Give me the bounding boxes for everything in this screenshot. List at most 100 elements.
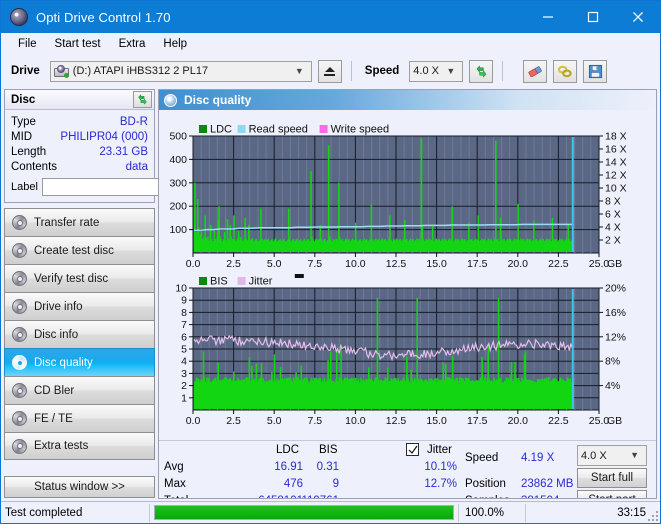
sidebar-spacer [4,460,155,476]
svg-text:10.0: 10.0 [345,258,366,270]
menu-item-start-test[interactable]: Start test [46,36,110,52]
disc-quality-charts: 1002003004005002 X4 X6 X8 X10 X12 X14 X1… [159,110,653,440]
minimize-icon[interactable] [525,1,570,33]
position-stat-value: 23862 MB [521,478,573,490]
maximize-icon[interactable] [570,1,615,33]
progress-bar-fill [155,506,453,519]
sidebar-item-create-test-disc[interactable]: Create test disc [4,236,155,264]
svg-text:8%: 8% [605,356,620,368]
sidebar-item-cd-bler[interactable]: CD Bler [4,376,155,404]
close-icon[interactable] [615,1,660,33]
disc-row-length-label: Length [11,146,46,158]
svg-text:4%: 4% [605,380,620,392]
speed-stat-label: Speed [465,452,498,464]
disc-icon [12,271,27,286]
disc-icon [12,243,27,258]
sidebar: Disc Type BD-R MID PHIL [1,87,158,501]
disc-label-caption: Label [11,181,38,193]
start-part-button[interactable]: Start part [577,490,647,499]
app-window: Opti Drive Control 1.70 File Start test … [0,0,661,524]
disc-row-length: Length 23.31 GB [11,144,148,159]
menu-item-file[interactable]: File [9,36,46,52]
test-speed-select-value: 4.0 X [581,450,607,462]
menu-item-help[interactable]: Help [154,36,196,52]
svg-text:4: 4 [181,356,187,368]
svg-text:5.0: 5.0 [267,415,282,427]
refresh-button[interactable] [469,60,493,83]
drive-select[interactable]: (D:) ATAPI iHBS312 2 PL17 ▼ [50,61,312,82]
eject-icon [324,67,335,76]
status-divider-1 [149,504,150,522]
sidebar-item-transfer-rate[interactable]: Transfer rate [4,208,155,236]
chevron-down-icon: ▼ [626,451,644,460]
stats-col-header-ldc: LDC [276,444,299,456]
svg-text:16%: 16% [605,307,626,319]
disc-row-contents-label: Contents [11,161,57,173]
svg-text:0.0: 0.0 [186,415,201,427]
svg-text:8: 8 [181,307,187,319]
disc-row-mid-label: MID [11,131,32,143]
disc-refresh-button[interactable] [133,91,152,108]
svg-text:9: 9 [181,295,187,307]
content-header: Disc quality [159,90,656,110]
disc-row-mid-value: PHILIPR04 (000) [60,131,148,143]
svg-text:16 X: 16 X [605,144,627,156]
stats-panel: LDC BIS Jitter Avg Max Total 16.91 476 6… [159,440,656,499]
jitter-checkbox[interactable] [406,443,419,456]
sidebar-item-disc-info[interactable]: Disc info [4,320,155,348]
sidebar-item-verify-test-disc[interactable]: Verify test disc [4,264,155,292]
svg-text:12.5: 12.5 [386,415,407,427]
svg-text:20.0: 20.0 [508,415,529,427]
svg-text:5: 5 [181,344,187,356]
samples-stat-value: 381504 [521,495,559,499]
charts-area: 1002003004005002 X4 X6 X8 X10 X12 X14 X1… [159,110,656,440]
disc-icon [12,327,27,342]
sidebar-item-extra-tests[interactable]: Extra tests [4,432,155,460]
start-full-button[interactable]: Start full [577,468,647,488]
svg-text:20%: 20% [605,283,626,295]
main-area: Disc Type BD-R MID PHIL [1,87,660,501]
chain-icon [557,64,573,79]
sidebar-item-label: CD Bler [34,385,74,397]
svg-text:2.5: 2.5 [226,415,241,427]
drive-toolbar: Drive (D:) ATAPI iHBS312 2 PL17 ▼ Speed … [1,55,660,87]
content-header-title: Disc quality [184,93,251,107]
eraser-icon [527,64,544,79]
disc-row-type-value: BD-R [120,116,148,128]
bis-total-value: 119761 [287,495,339,499]
svg-text:3: 3 [181,368,187,380]
resize-grip[interactable] [648,511,658,521]
chain-button[interactable] [553,60,577,83]
svg-text:12%: 12% [605,331,626,343]
status-window-button[interactable]: Status window >> [4,476,155,498]
menu-item-extra[interactable]: Extra [110,36,155,52]
speed-select-value: 4.0 X [413,65,439,77]
jitter-avg-value: 10.1% [395,461,457,473]
svg-text:6: 6 [181,331,187,343]
sidebar-item-fe-te[interactable]: FE / TE [4,404,155,432]
speed-label: Speed [361,65,404,77]
svg-text:7: 7 [181,319,187,331]
chevron-down-icon: ▼ [442,67,460,76]
erase-button[interactable] [523,60,547,83]
sidebar-item-disc-quality[interactable]: Disc quality [4,348,155,376]
speed-select[interactable]: 4.0 X ▼ [409,61,463,82]
disc-icon [12,383,27,398]
eject-button[interactable] [318,60,342,83]
save-button[interactable] [583,60,607,83]
disc-icon [12,215,27,230]
svg-text:22.5: 22.5 [548,258,569,270]
samples-stat-label: Samples [465,495,510,499]
svg-text:0.0: 0.0 [186,258,201,270]
disc-row-contents: Contents data [11,159,148,174]
sidebar-item-label: Create test disc [34,245,114,257]
status-text: Test completed [1,507,149,519]
disc-quality-icon [164,94,177,107]
speed-stat-value: 4.19 X [521,452,554,464]
svg-text:BIS: BIS [210,276,228,288]
status-divider-3 [525,504,526,522]
sidebar-item-drive-info[interactable]: Drive info [4,292,155,320]
svg-text:20.0: 20.0 [508,258,529,270]
test-speed-select[interactable]: 4.0 X ▼ [577,445,647,466]
drive-select-value: (D:) ATAPI iHBS312 2 PL17 [73,65,208,77]
